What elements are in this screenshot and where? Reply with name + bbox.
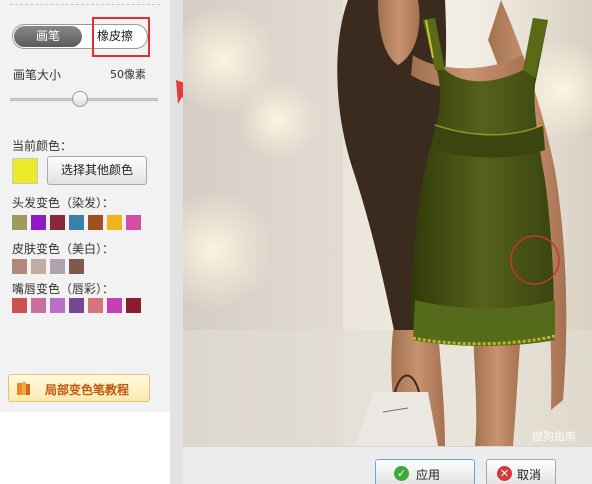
left-tool-panel: 画笔 橡皮擦 画笔大小 50像素 当前颜色： 选择其他颜色 头发变色（染发）： … (0, 0, 170, 412)
cancel-label: 取消 (517, 468, 542, 482)
hair-swatch-1[interactable] (12, 215, 27, 230)
skin-swatch-2[interactable] (31, 259, 46, 274)
hair-swatch-row (12, 215, 141, 230)
tutorial-button[interactable]: 局部变色笔教程 (8, 374, 150, 402)
lip-swatch-5[interactable] (88, 298, 103, 313)
hair-swatch-5[interactable] (88, 215, 103, 230)
choose-color-button[interactable]: 选择其他颜色 (47, 156, 147, 185)
apply-label: 应用 (416, 468, 441, 482)
lip-swatch-4[interactable] (69, 298, 84, 313)
skin-swatch-1[interactable] (12, 259, 27, 274)
lip-swatch-6[interactable] (107, 298, 122, 313)
hair-swatch-4[interactable] (69, 215, 84, 230)
close-icon: ✕ (497, 466, 512, 481)
skin-swatch-3[interactable] (50, 259, 65, 274)
lip-color-label: 嘴唇变色（唇彩）： (12, 282, 115, 296)
skin-color-label: 皮肤变色（美白）： (12, 242, 115, 256)
photo-image (183, 0, 592, 446)
lip-swatch-3[interactable] (50, 298, 65, 313)
panel-scroll-gutter (170, 0, 183, 484)
hair-swatch-3[interactable] (50, 215, 65, 230)
hair-color-label: 头发变色（染发）： (12, 196, 115, 210)
panel-blank-area (0, 412, 170, 484)
hair-swatch-7[interactable] (126, 215, 141, 230)
hair-swatch-2[interactable] (31, 215, 46, 230)
skin-swatch-row (12, 259, 84, 274)
brush-size-value: 50像素 (110, 68, 146, 81)
check-icon: ✓ (394, 466, 409, 481)
current-color-swatch (12, 158, 38, 184)
book-icon (17, 382, 30, 395)
skin-swatch-4[interactable] (69, 259, 84, 274)
lip-swatch-row (12, 298, 141, 313)
lip-swatch-1[interactable] (12, 298, 27, 313)
tab-brush[interactable]: 画笔 (14, 26, 82, 47)
photo-canvas[interactable]: 搜狗指南 (183, 0, 592, 446)
lip-swatch-7[interactable] (126, 298, 141, 313)
action-bar: ✓ 应用 ✕ 取消 (183, 446, 592, 484)
panel-divider (10, 4, 160, 5)
cancel-button[interactable]: ✕ 取消 (486, 459, 556, 484)
current-color-label: 当前颜色： (12, 139, 73, 153)
tutorial-label: 局部变色笔教程 (45, 383, 130, 397)
brush-size-label: 画笔大小 (13, 68, 62, 82)
apply-button[interactable]: ✓ 应用 (375, 459, 475, 484)
eraser-highlight-box (92, 17, 150, 57)
watermark: 搜狗指南 (532, 430, 576, 443)
hair-swatch-6[interactable] (107, 215, 122, 230)
brush-size-slider-thumb[interactable] (71, 91, 88, 107)
lip-swatch-2[interactable] (31, 298, 46, 313)
